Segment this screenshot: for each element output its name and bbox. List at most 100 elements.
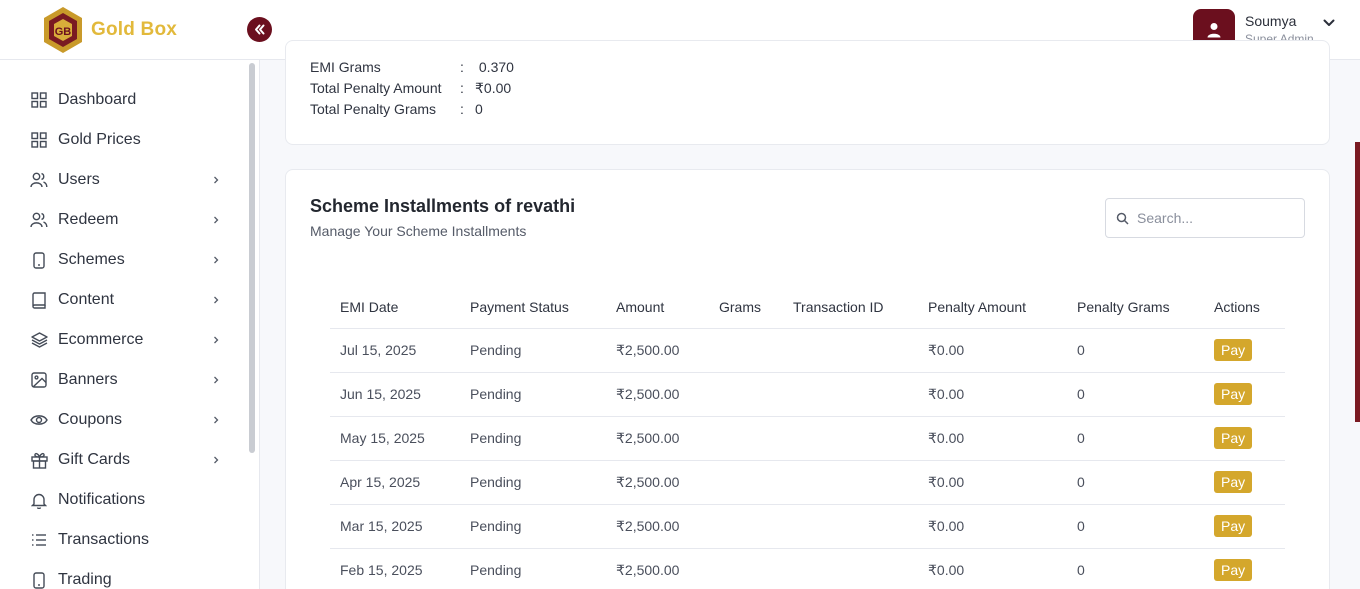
chevron-down-icon[interactable] (1322, 16, 1336, 30)
sidebar-item-coupons[interactable]: Coupons (30, 408, 225, 432)
grid-icon (30, 91, 48, 109)
summary-separator: : (460, 59, 464, 75)
chevron-right-icon (207, 171, 225, 189)
bell-icon (30, 491, 48, 509)
amount-cell: ₹2,500.00 (606, 328, 709, 373)
summary-row-total-penalty-grams: Total Penalty Grams : 0 (310, 101, 483, 117)
penalty-amount-cell: ₹0.00 (918, 416, 1067, 461)
table-row: May 15, 2025 Pending ₹2,500.00 ₹0.00 0 P… (330, 416, 1285, 461)
user-name: Soumya (1245, 13, 1297, 29)
transaction-id-cell (783, 460, 918, 505)
emi-date-cell: Jun 15, 2025 (330, 372, 460, 417)
user-icon (1207, 23, 1221, 38)
summary-label: Total Penalty Grams (310, 101, 437, 117)
double-chevron-left-icon (255, 24, 265, 35)
column-header-penalty-amount[interactable]: Penalty Amount (918, 286, 1067, 329)
users-icon (30, 171, 48, 189)
chevron-right-icon (207, 211, 225, 229)
actions-cell: Pay (1204, 460, 1285, 505)
sidebar-item-trading[interactable]: Trading (30, 568, 225, 589)
gift-icon (30, 451, 48, 469)
column-header-emi-date[interactable]: EMI Date (330, 286, 460, 329)
sidebar-item-label: Trading (58, 571, 112, 588)
payment-status-cell: Pending (460, 372, 606, 417)
column-header-amount[interactable]: Amount (606, 286, 709, 329)
transaction-id-cell (783, 372, 918, 417)
pay-button[interactable]: Pay (1214, 427, 1253, 449)
gold-box-logo-icon: GB (44, 7, 82, 53)
summary-value: ₹0.00 (475, 80, 512, 96)
eye-icon (30, 411, 48, 429)
actions-cell: Pay (1204, 372, 1285, 417)
sidebar-item-label: Gold Prices (58, 131, 141, 148)
summary-value: 0.370 (475, 59, 514, 75)
sidebar-scrollbar[interactable] (249, 63, 255, 453)
actions-cell: Pay (1204, 416, 1285, 461)
emi-date-cell: Feb 15, 2025 (330, 548, 460, 589)
sidebar-item-redeem[interactable]: Redeem (30, 208, 225, 232)
search-box[interactable] (1105, 198, 1305, 238)
sidebar-item-schemes[interactable]: Schemes (30, 248, 225, 272)
pay-button[interactable]: Pay (1214, 383, 1253, 405)
payment-status-cell: Pending (460, 328, 606, 373)
amount-cell: ₹2,500.00 (606, 504, 709, 549)
installments-table: EMI Date Payment Status Amount Grams Tra… (330, 286, 1285, 589)
grams-cell (709, 372, 783, 417)
payment-status-cell: Pending (460, 460, 606, 505)
column-header-actions: Actions (1204, 286, 1285, 329)
sidebar-item-gift-cards[interactable]: Gift Cards (30, 448, 225, 472)
book-icon (30, 291, 48, 309)
penalty-grams-cell: 0 (1067, 416, 1204, 461)
chevron-right-icon (207, 291, 225, 309)
grid-icon (30, 131, 48, 149)
users-icon (30, 211, 48, 229)
amount-cell: ₹2,500.00 (606, 548, 709, 589)
column-header-grams[interactable]: Grams (709, 286, 783, 329)
payment-status-cell: Pending (460, 504, 606, 549)
penalty-grams-cell: 0 (1067, 504, 1204, 549)
pay-button[interactable]: Pay (1214, 339, 1253, 361)
emi-date-cell: May 15, 2025 (330, 416, 460, 461)
page-scrollbar[interactable] (1355, 142, 1360, 422)
brand-name: Gold Box (91, 19, 178, 40)
list-icon (30, 531, 48, 549)
penalty-grams-cell: 0 (1067, 328, 1204, 373)
chevron-right-icon (207, 371, 225, 389)
sidebar-item-gold-prices[interactable]: Gold Prices (30, 128, 225, 152)
phone-icon (30, 571, 48, 589)
emi-date-cell: Apr 15, 2025 (330, 460, 460, 505)
search-icon (1116, 212, 1129, 225)
actions-cell: Pay (1204, 504, 1285, 549)
sidebar-item-notifications[interactable]: Notifications (30, 488, 225, 512)
brand[interactable]: GB Gold Box (42, 6, 177, 54)
sidebar-item-content[interactable]: Content (30, 288, 225, 312)
summary-value: 0 (475, 101, 483, 117)
collapse-sidebar-button[interactable] (247, 17, 272, 42)
column-header-transaction-id[interactable]: Transaction ID (783, 286, 918, 329)
image-icon (30, 371, 48, 389)
pay-button[interactable]: Pay (1214, 471, 1253, 493)
chevron-right-icon (207, 451, 225, 469)
amount-cell: ₹2,500.00 (606, 372, 709, 417)
sidebar-item-label: Notifications (58, 491, 146, 508)
sidebar-item-banners[interactable]: Banners (30, 368, 225, 392)
column-header-payment-status[interactable]: Payment Status (460, 286, 606, 329)
transaction-id-cell (783, 548, 918, 589)
grams-cell (709, 328, 783, 373)
search-input[interactable] (1137, 210, 1297, 226)
sidebar-item-users[interactable]: Users (30, 168, 225, 192)
chevron-right-icon (207, 251, 225, 269)
penalty-amount-cell: ₹0.00 (918, 328, 1067, 373)
sidebar-item-label: Redeem (58, 211, 119, 228)
sidebar-item-label: Transactions (58, 531, 149, 548)
pay-button[interactable]: Pay (1214, 515, 1253, 537)
actions-cell: Pay (1204, 328, 1285, 373)
chevron-right-icon (207, 331, 225, 349)
sidebar-item-ecommerce[interactable]: Ecommerce (30, 328, 225, 352)
column-header-penalty-grams[interactable]: Penalty Grams (1067, 286, 1204, 329)
sidebar-item-dashboard[interactable]: Dashboard (30, 88, 225, 112)
sidebar-item-label: Ecommerce (58, 331, 144, 348)
sidebar-item-transactions[interactable]: Transactions (30, 528, 225, 552)
table-row: Feb 15, 2025 Pending ₹2,500.00 ₹0.00 0 P… (330, 548, 1285, 589)
pay-button[interactable]: Pay (1214, 559, 1253, 581)
